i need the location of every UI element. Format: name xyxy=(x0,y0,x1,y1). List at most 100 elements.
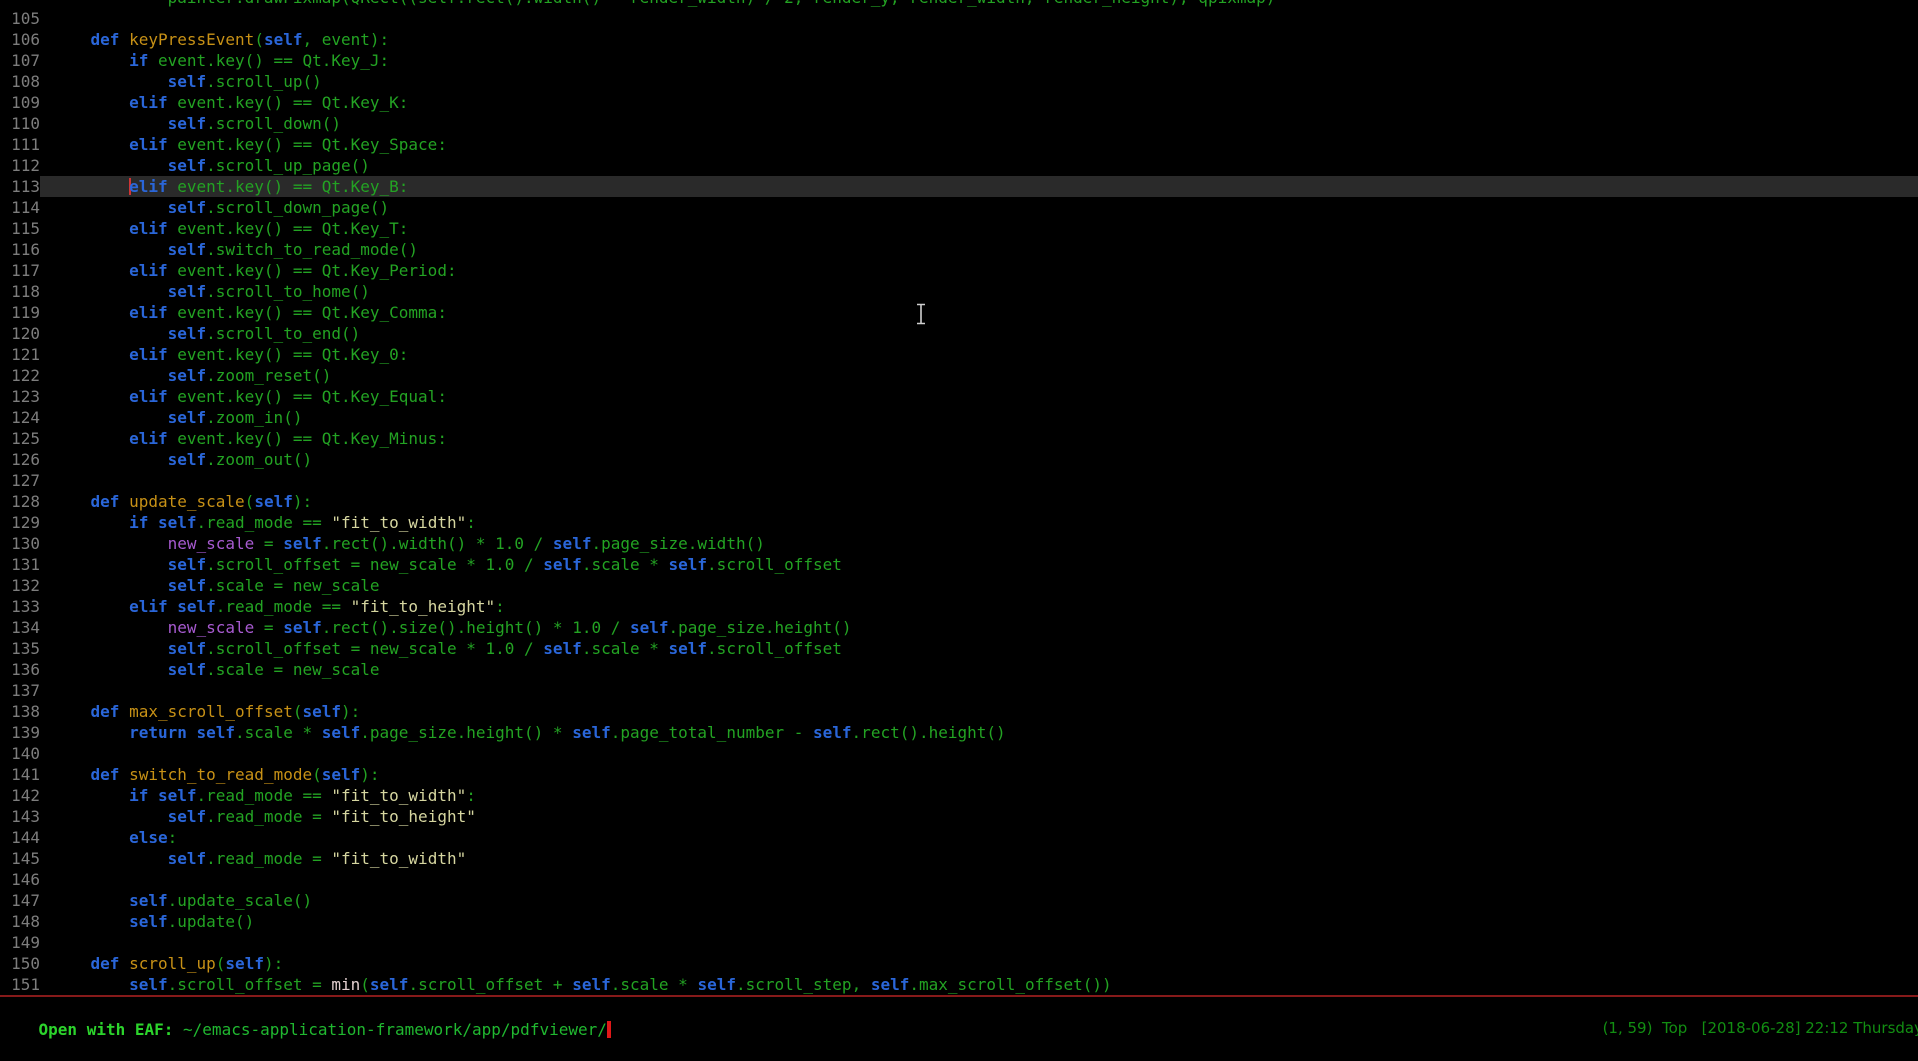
code-text[interactable]: if event.key() == Qt.Key_J: xyxy=(40,50,1918,71)
code-line[interactable]: 128 def update_scale(self): xyxy=(0,491,1918,512)
code-buffer[interactable]: painter.drawPixmap(QRect((self.rect().wi… xyxy=(0,0,1918,995)
code-text[interactable]: self.scroll_down_page() xyxy=(40,197,1918,218)
code-text[interactable]: self.scroll_to_end() xyxy=(40,323,1918,344)
code-line[interactable]: 127 xyxy=(0,470,1918,491)
code-line[interactable]: 139 return self.scale * self.page_size.h… xyxy=(0,722,1918,743)
code-text[interactable]: new_scale = self.rect().width() * 1.0 / … xyxy=(40,533,1918,554)
code-text[interactable]: elif event.key() == Qt.Key_Comma: xyxy=(40,302,1918,323)
code-line[interactable]: 137 xyxy=(0,680,1918,701)
code-line[interactable]: 149 xyxy=(0,932,1918,953)
code-text[interactable]: self.update_scale() xyxy=(40,890,1918,911)
code-text[interactable]: self.scroll_offset = new_scale * 1.0 / s… xyxy=(40,554,1918,575)
code-line[interactable]: 126 self.zoom_out() xyxy=(0,449,1918,470)
code-line[interactable]: painter.drawPixmap(QRect((self.rect().wi… xyxy=(0,0,1918,8)
code-line[interactable]: 111 elif event.key() == Qt.Key_Space: xyxy=(0,134,1918,155)
code-text[interactable]: elif event.key() == Qt.Key_0: xyxy=(40,344,1918,365)
code-text[interactable]: elif event.key() == Qt.Key_B: xyxy=(40,176,1918,197)
code-text[interactable]: self.scroll_up_page() xyxy=(40,155,1918,176)
code-line[interactable]: 118 self.scroll_to_home() xyxy=(0,281,1918,302)
code-text[interactable]: self.switch_to_read_mode() xyxy=(40,239,1918,260)
code-text[interactable] xyxy=(40,470,1918,491)
code-text[interactable] xyxy=(40,8,1918,29)
code-text[interactable]: self.zoom_out() xyxy=(40,449,1918,470)
code-line[interactable]: 125 elif event.key() == Qt.Key_Minus: xyxy=(0,428,1918,449)
code-text[interactable]: elif event.key() == Qt.Key_T: xyxy=(40,218,1918,239)
minibuffer-input[interactable]: ~/emacs-application-framework/app/pdfvie… xyxy=(183,1020,607,1039)
code-text[interactable]: elif event.key() == Qt.Key_Period: xyxy=(40,260,1918,281)
code-line[interactable]: 113 elif event.key() == Qt.Key_B: xyxy=(0,176,1918,197)
code-text[interactable]: def keyPressEvent(self, event): xyxy=(40,29,1918,50)
code-text[interactable]: self.zoom_reset() xyxy=(40,365,1918,386)
code-text[interactable]: new_scale = self.rect().size().height() … xyxy=(40,617,1918,638)
code-line[interactable]: 144 else: xyxy=(0,827,1918,848)
code-line[interactable]: 140 xyxy=(0,743,1918,764)
code-text[interactable]: else: xyxy=(40,827,1918,848)
code-text[interactable]: elif event.key() == Qt.Key_K: xyxy=(40,92,1918,113)
code-line[interactable]: 108 self.scroll_up() xyxy=(0,71,1918,92)
code-text[interactable] xyxy=(40,869,1918,890)
code-text[interactable]: if self.read_mode == "fit_to_width": xyxy=(40,512,1918,533)
code-text[interactable]: self.scroll_down() xyxy=(40,113,1918,134)
code-text[interactable]: self.scale = new_scale xyxy=(40,659,1918,680)
code-text[interactable] xyxy=(40,680,1918,701)
code-text[interactable] xyxy=(40,932,1918,953)
code-line[interactable]: 138 def max_scroll_offset(self): xyxy=(0,701,1918,722)
code-line[interactable]: 147 self.update_scale() xyxy=(0,890,1918,911)
code-text[interactable]: self.read_mode = "fit_to_width" xyxy=(40,848,1918,869)
code-line[interactable]: 146 xyxy=(0,869,1918,890)
code-line[interactable]: 109 elif event.key() == Qt.Key_K: xyxy=(0,92,1918,113)
code-line[interactable]: 132 self.scale = new_scale xyxy=(0,575,1918,596)
code-line[interactable]: 114 self.scroll_down_page() xyxy=(0,197,1918,218)
code-line[interactable]: 120 self.scroll_to_end() xyxy=(0,323,1918,344)
code-line[interactable]: 122 self.zoom_reset() xyxy=(0,365,1918,386)
code-text[interactable]: return self.scale * self.page_size.heigh… xyxy=(40,722,1918,743)
code-line[interactable]: 117 elif event.key() == Qt.Key_Period: xyxy=(0,260,1918,281)
code-text[interactable]: self.scroll_offset = new_scale * 1.0 / s… xyxy=(40,638,1918,659)
code-text[interactable]: self.update() xyxy=(40,911,1918,932)
code-text[interactable]: self.scroll_up() xyxy=(40,71,1918,92)
code-text[interactable]: self.read_mode = "fit_to_height" xyxy=(40,806,1918,827)
code-line[interactable]: 145 self.read_mode = "fit_to_width" xyxy=(0,848,1918,869)
code-text[interactable]: self.scroll_to_home() xyxy=(40,281,1918,302)
code-text[interactable]: elif event.key() == Qt.Key_Equal: xyxy=(40,386,1918,407)
code-text[interactable]: self.scroll_offset = min(self.scroll_off… xyxy=(40,974,1918,995)
code-text[interactable]: self.scale = new_scale xyxy=(40,575,1918,596)
code-line[interactable]: 131 self.scroll_offset = new_scale * 1.0… xyxy=(0,554,1918,575)
code-line[interactable]: 129 if self.read_mode == "fit_to_width": xyxy=(0,512,1918,533)
code-line[interactable]: 135 self.scroll_offset = new_scale * 1.0… xyxy=(0,638,1918,659)
code-line[interactable]: 141 def switch_to_read_mode(self): xyxy=(0,764,1918,785)
code-line[interactable]: 150 def scroll_up(self): xyxy=(0,953,1918,974)
code-text[interactable]: def scroll_up(self): xyxy=(40,953,1918,974)
code-text[interactable]: elif event.key() == Qt.Key_Space: xyxy=(40,134,1918,155)
code-text[interactable]: def max_scroll_offset(self): xyxy=(40,701,1918,722)
code-line[interactable]: 116 self.switch_to_read_mode() xyxy=(0,239,1918,260)
code-line[interactable]: 119 elif event.key() == Qt.Key_Comma: xyxy=(0,302,1918,323)
code-line[interactable]: 105 xyxy=(0,8,1918,29)
code-line[interactable]: 112 self.scroll_up_page() xyxy=(0,155,1918,176)
code-line[interactable]: 136 self.scale = new_scale xyxy=(0,659,1918,680)
code-text[interactable]: self.zoom_in() xyxy=(40,407,1918,428)
code-line[interactable]: 134 new_scale = self.rect().size().heigh… xyxy=(0,617,1918,638)
code-text[interactable]: if self.read_mode == "fit_to_width": xyxy=(40,785,1918,806)
code-text[interactable]: def switch_to_read_mode(self): xyxy=(40,764,1918,785)
line-number: 148 xyxy=(0,911,40,932)
code-line[interactable]: 124 self.zoom_in() xyxy=(0,407,1918,428)
code-text[interactable]: def update_scale(self): xyxy=(40,491,1918,512)
minibuffer[interactable]: Open with EAF: ~/emacs-application-frame… xyxy=(0,998,1918,1019)
code-line[interactable]: 110 self.scroll_down() xyxy=(0,113,1918,134)
code-line[interactable]: 106 def keyPressEvent(self, event): xyxy=(0,29,1918,50)
code-text[interactable] xyxy=(40,743,1918,764)
code-line[interactable]: 142 if self.read_mode == "fit_to_width": xyxy=(0,785,1918,806)
code-text[interactable]: elif self.read_mode == "fit_to_height": xyxy=(40,596,1918,617)
code-line[interactable]: 115 elif event.key() == Qt.Key_T: xyxy=(0,218,1918,239)
code-line[interactable]: 123 elif event.key() == Qt.Key_Equal: xyxy=(0,386,1918,407)
code-text[interactable]: painter.drawPixmap(QRect((self.rect().wi… xyxy=(40,0,1918,8)
code-line[interactable]: 107 if event.key() == Qt.Key_J: xyxy=(0,50,1918,71)
code-line[interactable]: 143 self.read_mode = "fit_to_height" xyxy=(0,806,1918,827)
code-line[interactable]: 121 elif event.key() == Qt.Key_0: xyxy=(0,344,1918,365)
code-line[interactable]: 148 self.update() xyxy=(0,911,1918,932)
code-line[interactable]: 151 self.scroll_offset = min(self.scroll… xyxy=(0,974,1918,995)
code-text[interactable]: elif event.key() == Qt.Key_Minus: xyxy=(40,428,1918,449)
code-line[interactable]: 130 new_scale = self.rect().width() * 1.… xyxy=(0,533,1918,554)
code-line[interactable]: 133 elif self.read_mode == "fit_to_heigh… xyxy=(0,596,1918,617)
